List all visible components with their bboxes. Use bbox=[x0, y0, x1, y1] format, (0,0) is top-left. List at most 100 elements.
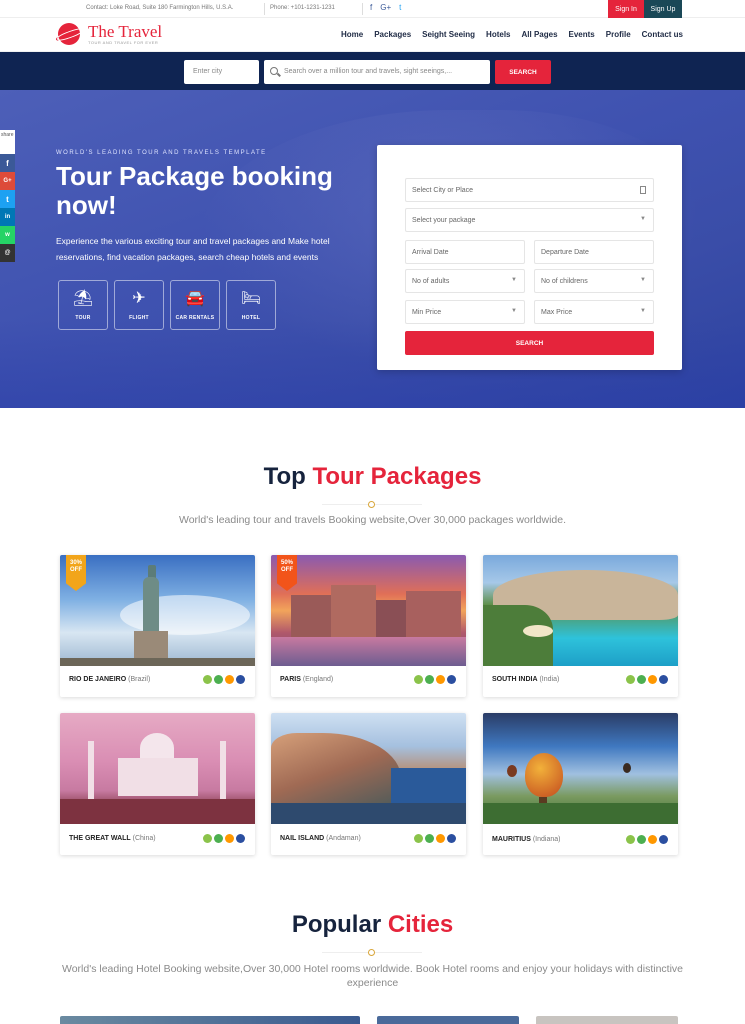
menu-item-home[interactable]: Home bbox=[341, 30, 363, 39]
booking-form: Select City or Place Select your package… bbox=[377, 145, 682, 370]
package-card[interactable]: NAIL ISLAND (Andaman) bbox=[271, 713, 466, 855]
menu-item-events[interactable]: Events bbox=[569, 30, 595, 39]
package-country: (England) bbox=[302, 676, 334, 683]
city-card[interactable] bbox=[536, 1016, 678, 1024]
chevron-down-icon: ▼ bbox=[511, 277, 517, 283]
amenity-icon bbox=[637, 675, 646, 684]
menu-item-contact[interactable]: Contact us bbox=[642, 30, 683, 39]
google-plus-icon[interactable]: G+ bbox=[380, 3, 391, 12]
package-amenities bbox=[203, 834, 245, 843]
plane-icon: ✈ bbox=[132, 289, 146, 307]
package-country: (China) bbox=[132, 835, 156, 842]
bed-icon: 🛏 bbox=[240, 289, 262, 307]
menu-item-packages[interactable]: Packages bbox=[374, 30, 411, 39]
hero-title: Tour Package booking now! bbox=[56, 161, 333, 220]
google-plus-share-icon[interactable]: G+ bbox=[0, 172, 15, 190]
share-label: share bbox=[1, 132, 14, 138]
package-name: RIO DE JANEIRO bbox=[69, 676, 127, 683]
menu-item-hotels[interactable]: Hotels bbox=[486, 30, 510, 39]
package-card[interactable]: MAURITIUS (Indiana) bbox=[483, 713, 678, 855]
package-select[interactable]: Select your package ▼ bbox=[405, 208, 654, 232]
package-image bbox=[483, 713, 678, 824]
sign-up-button[interactable]: Sign Up bbox=[644, 0, 682, 18]
amenity-icon bbox=[447, 675, 456, 684]
category-label: FLIGHT bbox=[129, 314, 149, 321]
facebook-share-icon[interactable]: f bbox=[0, 154, 15, 172]
search-bar: Enter city Search over a million tour an… bbox=[0, 52, 745, 90]
category-flight[interactable]: ✈ FLIGHT bbox=[114, 280, 164, 330]
chevron-down-icon: ▼ bbox=[640, 308, 646, 314]
linkedin-share-icon[interactable]: in bbox=[0, 208, 15, 226]
adults-select[interactable]: No of adults ▼ bbox=[405, 269, 525, 293]
max-price-select[interactable]: Max Price ▼ bbox=[534, 300, 654, 324]
search-input[interactable]: Search over a million tour and travels, … bbox=[264, 60, 490, 84]
car-icon: 🚘 bbox=[185, 289, 205, 307]
amenity-icon bbox=[225, 834, 234, 843]
amenity-icon bbox=[236, 834, 245, 843]
city-select-label: Select City or Place bbox=[412, 187, 474, 194]
cities-title: Popular Cities bbox=[0, 911, 745, 939]
amenity-icon bbox=[236, 675, 245, 684]
logo[interactable]: The Travel TOUR AND TRAVEL FOR EVER bbox=[58, 23, 162, 45]
menu-item-profile[interactable]: Profile bbox=[606, 30, 631, 39]
amenity-icon bbox=[648, 675, 657, 684]
package-amenities bbox=[414, 834, 456, 843]
package-name: SOUTH INDIA bbox=[492, 676, 538, 683]
amenity-icon bbox=[637, 835, 646, 844]
menu: Home Packages Seight Seeing Hotels All P… bbox=[341, 30, 683, 39]
package-image bbox=[60, 555, 255, 666]
contact-address: Contact: Loke Road, Suite 180 Farmington… bbox=[86, 5, 234, 11]
package-card[interactable]: 30% OFF RIO DE JANEIRO (Brazil) bbox=[60, 555, 255, 697]
city-card[interactable] bbox=[377, 1016, 519, 1024]
package-amenities bbox=[414, 675, 456, 684]
category-label: CAR RENTALS bbox=[175, 314, 215, 321]
menu-item-all-pages[interactable]: All Pages bbox=[522, 30, 558, 39]
departure-date-input[interactable]: Departure Date bbox=[534, 240, 654, 264]
city-input[interactable]: Enter city bbox=[184, 60, 259, 84]
chevron-down-icon: ▼ bbox=[640, 216, 646, 222]
package-card[interactable]: SOUTH INDIA (India) bbox=[483, 555, 678, 697]
category-car-rentals[interactable]: 🚘 CAR RENTALS bbox=[170, 280, 220, 330]
category-buttons: ⛱ TOUR ✈ FLIGHT 🚘 CAR RENTALS 🛏 HOTEL bbox=[58, 280, 276, 330]
package-country: (Brazil) bbox=[128, 676, 151, 683]
twitter-icon[interactable]: t bbox=[399, 3, 401, 12]
whatsapp-share-icon[interactable]: w bbox=[0, 226, 15, 244]
section-divider bbox=[322, 500, 422, 508]
email-share-icon[interactable]: @ bbox=[0, 244, 15, 262]
min-price-select[interactable]: Min Price ▼ bbox=[405, 300, 525, 324]
package-card[interactable]: 50% OFF PARIS (England) bbox=[271, 555, 466, 697]
facebook-icon[interactable]: f bbox=[370, 3, 372, 12]
package-name: THE GREAT WALL bbox=[69, 835, 131, 842]
amenity-icon bbox=[414, 834, 423, 843]
menu-item-sightseeing[interactable]: Seight Seeing bbox=[422, 30, 475, 39]
amenity-icon bbox=[203, 675, 212, 684]
arrival-date-input[interactable]: Arrival Date bbox=[405, 240, 525, 264]
package-amenities bbox=[626, 835, 668, 844]
cities-title-main: Popular bbox=[291, 911, 382, 938]
twitter-share-icon[interactable]: t bbox=[0, 190, 15, 208]
hero-kicker: WORLD'S LEADING TOUR AND TRAVELS TEMPLAT… bbox=[56, 150, 267, 156]
category-label: TOUR bbox=[75, 314, 91, 321]
children-select[interactable]: No of childrens ▼ bbox=[534, 269, 654, 293]
search-button[interactable]: SEARCH bbox=[495, 60, 551, 84]
package-country: (India) bbox=[539, 676, 560, 683]
packages-title-accent: Tour Packages bbox=[312, 463, 482, 490]
package-select-label: Select your package bbox=[412, 217, 476, 224]
package-card[interactable]: THE GREAT WALL (China) bbox=[60, 713, 255, 855]
sign-in-button[interactable]: Sign In bbox=[608, 0, 644, 18]
city-card[interactable] bbox=[60, 1016, 360, 1024]
city-select[interactable]: Select City or Place bbox=[405, 178, 654, 202]
adults-select-label: No of adults bbox=[412, 278, 450, 285]
top-bar: Contact: Loke Road, Suite 180 Farmington… bbox=[0, 0, 745, 18]
cities-subtitle: World's leading Hotel Booking website,Ov… bbox=[61, 963, 684, 989]
category-tour[interactable]: ⛱ TOUR bbox=[58, 280, 108, 330]
package-caption: RIO DE JANEIRO (Brazil) bbox=[69, 676, 150, 683]
min-price-label: Min Price bbox=[412, 309, 442, 316]
package-caption: NAIL ISLAND (Andaman) bbox=[280, 835, 361, 842]
amenity-icon bbox=[203, 834, 212, 843]
booking-search-button[interactable]: SEARCH bbox=[405, 331, 654, 355]
category-hotel[interactable]: 🛏 HOTEL bbox=[226, 280, 276, 330]
package-caption: PARIS (England) bbox=[280, 676, 333, 683]
logo-icon bbox=[58, 23, 80, 45]
amenity-icon bbox=[425, 834, 434, 843]
